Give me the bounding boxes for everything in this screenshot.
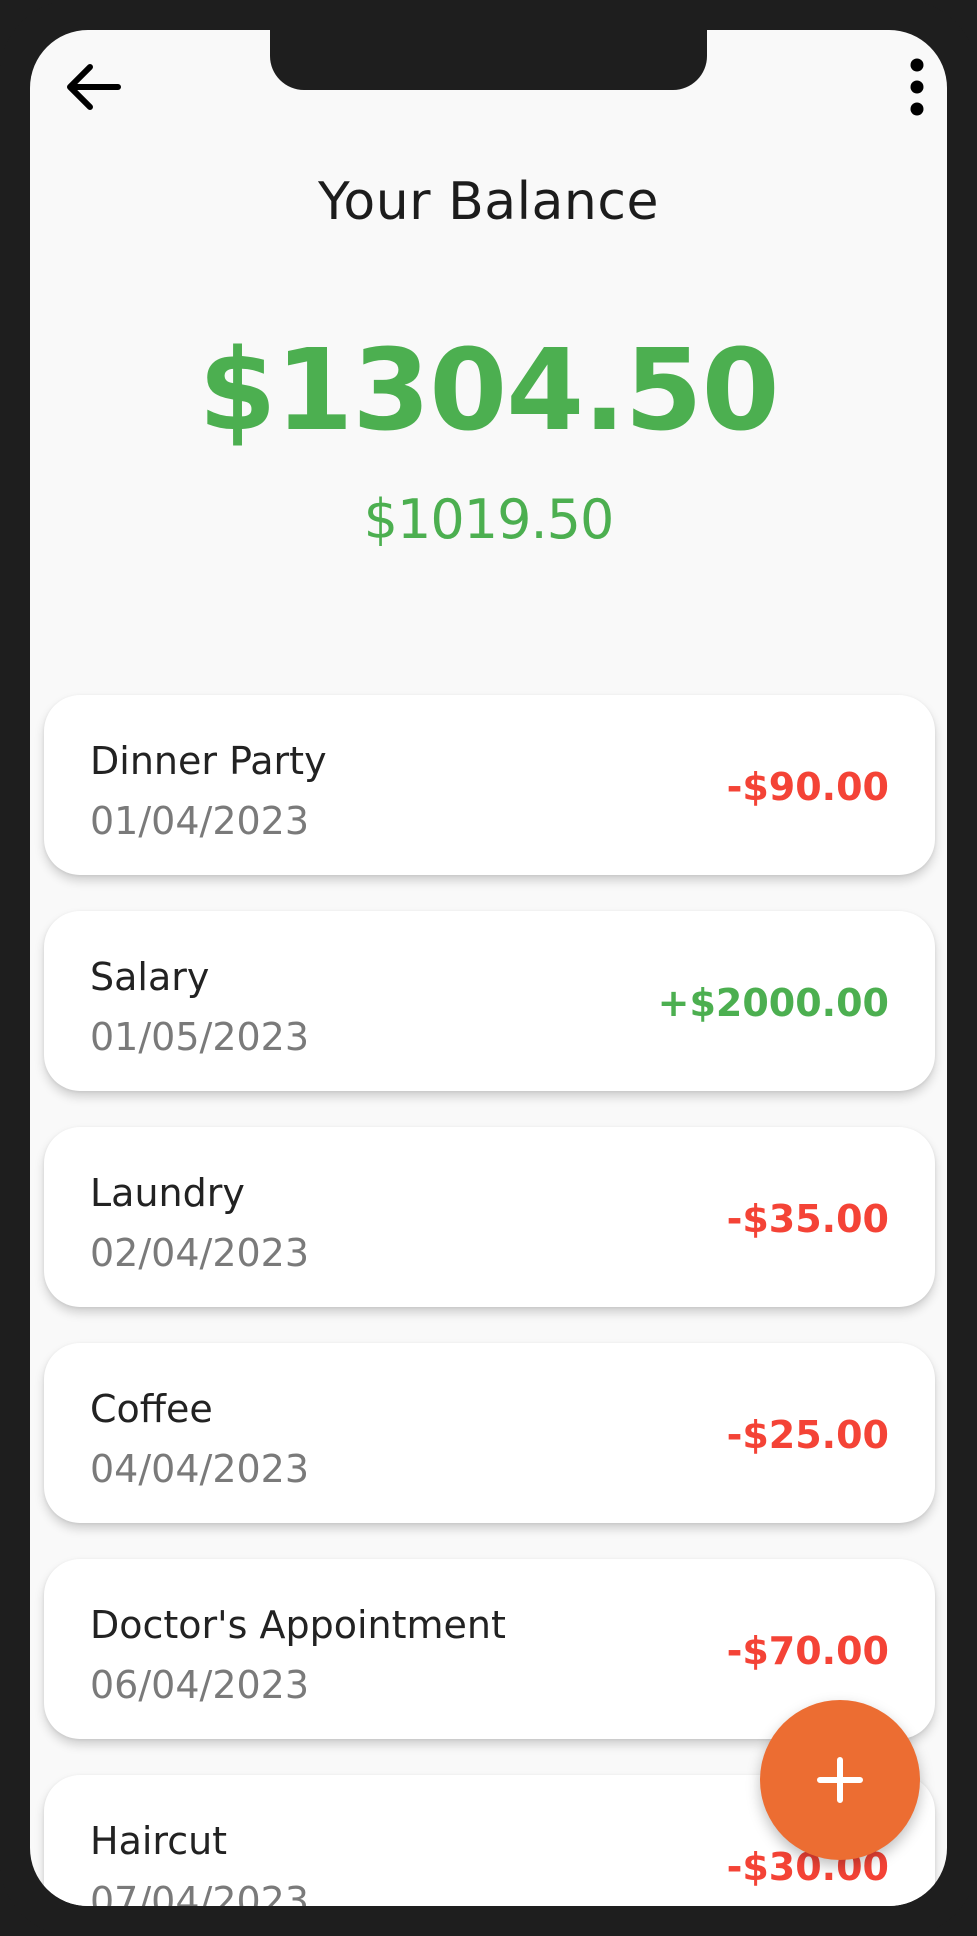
transaction-amount: +$2000.00 xyxy=(657,981,889,1025)
arrow-left-icon xyxy=(67,64,121,110)
transaction-amount: -$90.00 xyxy=(726,765,889,809)
back-button[interactable] xyxy=(58,52,128,122)
transaction-date: 04/04/2023 xyxy=(90,1447,310,1491)
transaction-name: Coffee xyxy=(90,1387,213,1431)
overflow-menu-button[interactable] xyxy=(897,52,937,122)
transaction-card[interactable]: Dinner Party 01/04/2023 -$90.00 xyxy=(44,695,935,875)
transaction-name: Salary xyxy=(90,955,210,999)
transaction-name: Laundry xyxy=(90,1171,245,1215)
phone-frame: Your Balance $1304.50 $1019.50 Dinner Pa… xyxy=(0,0,977,1936)
transaction-date: 06/04/2023 xyxy=(90,1663,310,1707)
transaction-amount: -$25.00 xyxy=(726,1413,889,1457)
plus-icon xyxy=(817,1757,863,1803)
more-vertical-icon xyxy=(910,58,924,116)
transaction-name: Doctor's Appointment xyxy=(90,1603,506,1647)
transaction-date: 02/04/2023 xyxy=(90,1231,310,1275)
app-screen: Your Balance $1304.50 $1019.50 Dinner Pa… xyxy=(30,30,947,1906)
transaction-amount: -$35.00 xyxy=(726,1197,889,1241)
device-notch xyxy=(270,30,707,90)
add-transaction-button[interactable] xyxy=(760,1700,920,1860)
page-title: Your Balance xyxy=(318,172,659,232)
balance-amount: $1304.50 xyxy=(198,326,779,456)
transaction-date: 01/04/2023 xyxy=(90,799,310,843)
transaction-card[interactable]: Salary 01/05/2023 +$2000.00 xyxy=(44,911,935,1091)
transaction-amount: -$70.00 xyxy=(726,1629,889,1673)
transaction-date: 07/04/2023 xyxy=(90,1879,310,1906)
transaction-name: Haircut xyxy=(90,1819,228,1863)
transaction-date: 01/05/2023 xyxy=(90,1015,310,1059)
transaction-name: Dinner Party xyxy=(90,739,327,783)
secondary-balance-amount: $1019.50 xyxy=(363,488,615,551)
transaction-card[interactable]: Laundry 02/04/2023 -$35.00 xyxy=(44,1127,935,1307)
transaction-card[interactable]: Coffee 04/04/2023 -$25.00 xyxy=(44,1343,935,1523)
